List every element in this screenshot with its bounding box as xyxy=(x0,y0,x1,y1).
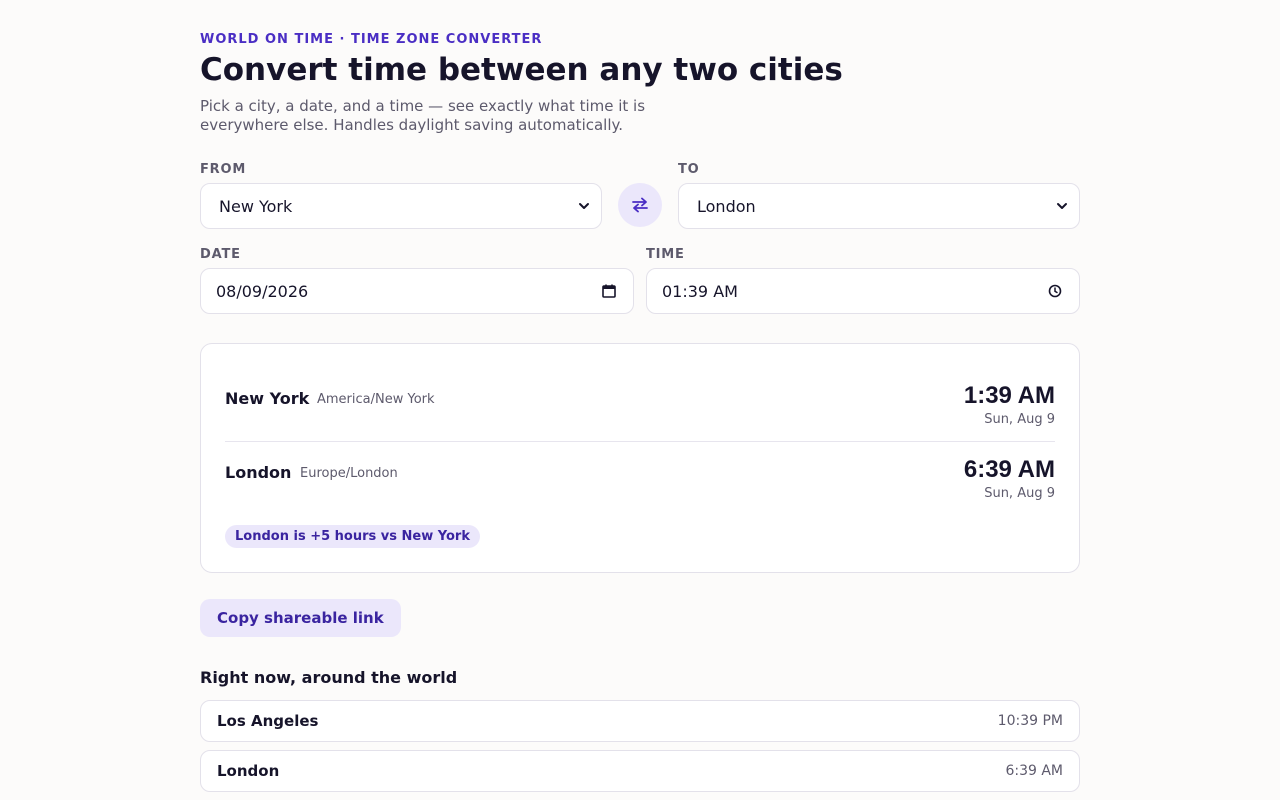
from-city-value: New York xyxy=(219,196,293,216)
swap-cities-button[interactable] xyxy=(618,183,662,227)
world-list-item: Los Angeles 10:39 PM xyxy=(200,700,1080,742)
copy-link-button[interactable]: Copy shareable link xyxy=(200,599,401,637)
world-section-title: Right now, around the world xyxy=(200,668,458,687)
date-label: DATE xyxy=(200,247,241,262)
conversion-result-card: New York America/New York 1:39 AM Sun, A… xyxy=(200,343,1080,573)
world-city: London xyxy=(217,762,280,780)
from-label: FROM xyxy=(200,162,247,177)
page-subtitle: Pick a city, a date, and a time — see ex… xyxy=(200,97,646,134)
result-timezone: Europe/London xyxy=(300,466,398,481)
result-time: 6:39 AM xyxy=(963,456,1055,483)
result-timezone: America/New York xyxy=(317,392,435,407)
result-city: New York xyxy=(225,389,310,408)
result-date: Sun, Aug 9 xyxy=(984,412,1055,427)
to-city-select[interactable]: London xyxy=(678,183,1080,229)
result-row-from: New York America/New York 1:39 AM Sun, A… xyxy=(225,344,1055,441)
time-input[interactable]: 01:39 AM xyxy=(646,268,1080,314)
time-label: TIME xyxy=(646,247,685,262)
to-label: TO xyxy=(678,162,700,177)
time-value: 01:39 AM xyxy=(662,281,738,301)
from-city-select[interactable]: New York xyxy=(200,183,602,229)
world-time: 10:39 PM xyxy=(997,713,1063,729)
result-date: Sun, Aug 9 xyxy=(984,486,1055,501)
chevron-down-icon xyxy=(1057,203,1067,209)
date-input[interactable]: 08/09/2026 xyxy=(200,268,634,314)
result-row-to: London Europe/London 6:39 AM Sun, Aug 9 xyxy=(225,442,1055,517)
world-time: 6:39 AM xyxy=(1005,763,1063,779)
calendar-icon[interactable] xyxy=(601,283,617,299)
world-list-item: London 6:39 AM xyxy=(200,750,1080,792)
date-value: 08/09/2026 xyxy=(216,281,309,301)
result-time: 1:39 AM xyxy=(963,382,1055,409)
world-city: Los Angeles xyxy=(217,712,319,730)
to-city-value: London xyxy=(697,196,756,216)
swap-arrows-icon xyxy=(632,197,648,213)
app-eyebrow: WORLD ON TIME · TIME ZONE CONVERTER xyxy=(200,32,543,47)
chevron-down-icon xyxy=(579,203,589,209)
result-city: London xyxy=(225,463,292,482)
page-title: Convert time between any two cities xyxy=(200,52,843,88)
clock-icon[interactable] xyxy=(1047,283,1063,299)
offset-badge: London is +5 hours vs New York xyxy=(225,525,480,548)
